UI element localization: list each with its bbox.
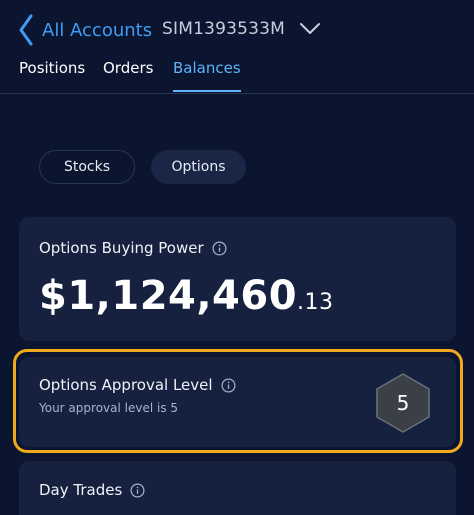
tab-orders[interactable]: Orders (103, 59, 153, 92)
info-icon[interactable] (130, 483, 145, 498)
approval-level-card: Options Approval Level Your approval lev… (19, 357, 456, 447)
day-trades-title-row: Day Trades (39, 481, 145, 499)
amount-dollars: $1,124,460 (39, 273, 298, 319)
balances-screen: All Accounts SIM1393533M Positions Order… (0, 0, 474, 515)
approval-title-row: Options Approval Level (39, 376, 236, 394)
tab-balances[interactable]: Balances (173, 59, 241, 92)
tab-positions[interactable]: Positions (19, 59, 85, 92)
buying-power-card: Options Buying Power $1,124,460.13 (19, 217, 456, 341)
chevron-left-icon (19, 14, 33, 46)
segment-stocks[interactable]: Stocks (39, 150, 135, 184)
back-button[interactable]: All Accounts (18, 14, 152, 46)
account-selector[interactable]: SIM1393533M (162, 19, 321, 39)
approval-title: Options Approval Level (39, 376, 213, 394)
buying-power-title-row: Options Buying Power (39, 239, 227, 257)
tab-bar: Positions Orders Balances (0, 56, 474, 94)
info-icon[interactable] (212, 241, 227, 256)
buying-power-amount: $1,124,460.13 (39, 273, 334, 319)
day-trades-card: Day Trades (19, 461, 456, 515)
approval-level-value: 5 (396, 391, 410, 415)
approval-level-badge: 5 (373, 372, 433, 434)
approval-subtitle: Your approval level is 5 (39, 401, 179, 415)
day-trades-title: Day Trades (39, 481, 123, 499)
header: All Accounts SIM1393533M (0, 0, 474, 62)
amount-cents: .13 (297, 290, 334, 315)
segment-options[interactable]: Options (151, 150, 246, 184)
chevron-down-icon (300, 23, 321, 34)
buying-power-title: Options Buying Power (39, 239, 204, 257)
account-id: SIM1393533M (162, 19, 286, 39)
back-label: All Accounts (42, 19, 153, 41)
info-icon[interactable] (221, 378, 236, 393)
